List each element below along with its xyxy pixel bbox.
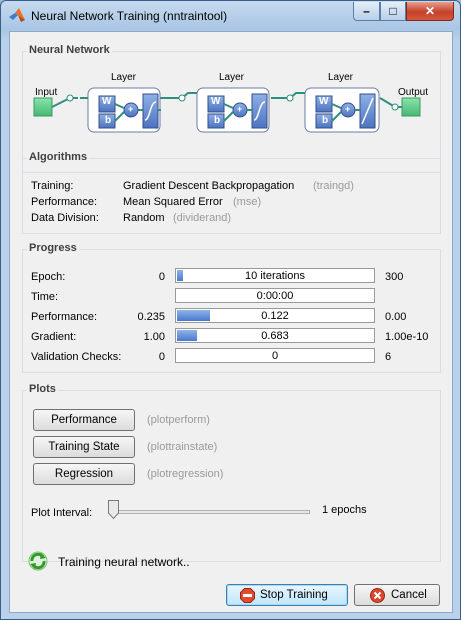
- epoch-end: 300: [385, 271, 404, 283]
- performance-value: Mean Squared Error: [123, 196, 223, 208]
- performance-note: (mse): [233, 196, 262, 208]
- output-label: Output: [398, 87, 429, 98]
- training-label: Training:: [31, 180, 74, 192]
- performance-label: Performance:: [31, 196, 98, 208]
- data-division-label: Data Division:: [31, 212, 99, 224]
- epoch-start: 0: [158, 271, 165, 283]
- dialog-body: Neural Network Input Output Layer Layer …: [9, 31, 453, 613]
- validation-checks-progress-bar: 0: [175, 348, 375, 363]
- gradient-label: Gradient:: [31, 331, 77, 343]
- performance-end: 0.00: [385, 311, 407, 323]
- epoch-label: Epoch:: [31, 271, 66, 283]
- layer-3-weight-label: W: [319, 96, 329, 107]
- window-title: Neural Network Training (nntraintool): [31, 9, 228, 23]
- layer-2-bias-label: b: [214, 115, 221, 126]
- training-note: (traingd): [313, 180, 354, 192]
- stop-training-label: Stop Training: [260, 589, 328, 601]
- algorithms-section-title: Algorithms: [27, 151, 90, 163]
- gradient-progress-text: 0.683: [261, 330, 289, 342]
- data-division-note: (dividerand): [173, 212, 232, 224]
- status-text: Training neural network..: [58, 555, 190, 569]
- performance-progress-bar: 0.122: [175, 308, 375, 323]
- layer-3-sum-label: +: [345, 104, 351, 114]
- output-node-icon: [401, 97, 421, 117]
- layer-2-weight-label: W: [211, 96, 221, 107]
- layer-1-sum-label: +: [128, 104, 134, 114]
- performance-progress-label: Performance:: [31, 311, 98, 323]
- epoch-progress-text: 10 iterations: [245, 270, 305, 282]
- plot-interval-value: 1 epochs: [322, 504, 367, 516]
- time-label: Time:: [31, 291, 59, 303]
- layer-1-weight-label: W: [102, 96, 112, 107]
- stop-training-button[interactable]: Stop Training: [226, 584, 348, 606]
- training-state-plot-note: (plottrainstate): [147, 441, 218, 453]
- validation-checks-start: 0: [158, 351, 165, 363]
- training-spinner-icon: [28, 551, 48, 571]
- plot-interval-slider-track: [108, 510, 310, 514]
- nntraintool-window: Neural Network Training (nntraintool) – …: [0, 0, 461, 620]
- cancel-icon: [370, 588, 385, 603]
- minimize-button[interactable]: –: [353, 2, 380, 21]
- validation-checks-progress-text: 0: [271, 350, 279, 362]
- plot-interval-slider[interactable]: [108, 507, 310, 516]
- gradient-end: 1.00e-10: [385, 331, 429, 343]
- layer-1-label: Layer: [111, 72, 137, 83]
- training-value: Gradient Descent Backpropagation: [123, 180, 295, 192]
- validation-checks-end: 6: [385, 351, 392, 363]
- stop-icon: [240, 588, 255, 603]
- performance-plot-note: (plotperform): [147, 414, 210, 426]
- layer-3-bias-label: b: [322, 115, 329, 126]
- layer-2-label: Layer: [219, 72, 245, 83]
- performance-plot-button[interactable]: Performance: [33, 409, 135, 431]
- layer-2-block: [190, 87, 270, 133]
- cancel-label: Cancel: [391, 589, 427, 601]
- layer-3-label: Layer: [328, 72, 354, 83]
- layer-2-sum-label: +: [237, 104, 243, 114]
- time-progress-text: 0:00:00: [256, 290, 294, 302]
- regression-plot-note: (plotregression): [147, 468, 224, 480]
- maximize-icon: □: [389, 4, 397, 18]
- data-division-value: Random: [123, 212, 165, 224]
- progress-section-title: Progress: [27, 242, 79, 254]
- plot-interval-slider-thumb[interactable]: [108, 500, 119, 519]
- performance-progress-text: 0.122: [261, 310, 289, 322]
- network-diagram: [33, 87, 421, 133]
- epoch-progress-bar: 10 iterations: [175, 268, 375, 283]
- minimize-icon: –: [363, 4, 370, 18]
- layer-3-block: [298, 87, 380, 133]
- input-node-icon: [33, 97, 53, 117]
- layer-1-bias-label: b: [105, 115, 112, 126]
- gradient-progress-bar: 0.683: [175, 328, 375, 343]
- regression-plot-button[interactable]: Regression: [33, 463, 135, 485]
- maximize-button[interactable]: □: [380, 2, 406, 21]
- close-icon: ✕: [424, 4, 436, 18]
- validation-checks-label: Validation Checks:: [31, 351, 122, 363]
- layer-1-block: [80, 87, 161, 133]
- matlab-logo-icon: [9, 8, 25, 22]
- plots-section-title: Plots: [27, 383, 58, 395]
- plot-interval-label: Plot Interval:: [31, 507, 93, 519]
- close-button[interactable]: ✕: [406, 2, 454, 21]
- title-bar[interactable]: Neural Network Training (nntraintool) – …: [1, 1, 460, 29]
- cancel-button[interactable]: Cancel: [354, 584, 440, 606]
- neural-network-section-title: Neural Network: [27, 44, 112, 56]
- time-progress-bar: 0:00:00: [175, 288, 375, 303]
- gradient-start: 1.00: [143, 331, 165, 343]
- training-state-plot-button[interactable]: Training State: [33, 436, 135, 458]
- input-label: Input: [35, 87, 58, 98]
- performance-start: 0.235: [137, 311, 165, 323]
